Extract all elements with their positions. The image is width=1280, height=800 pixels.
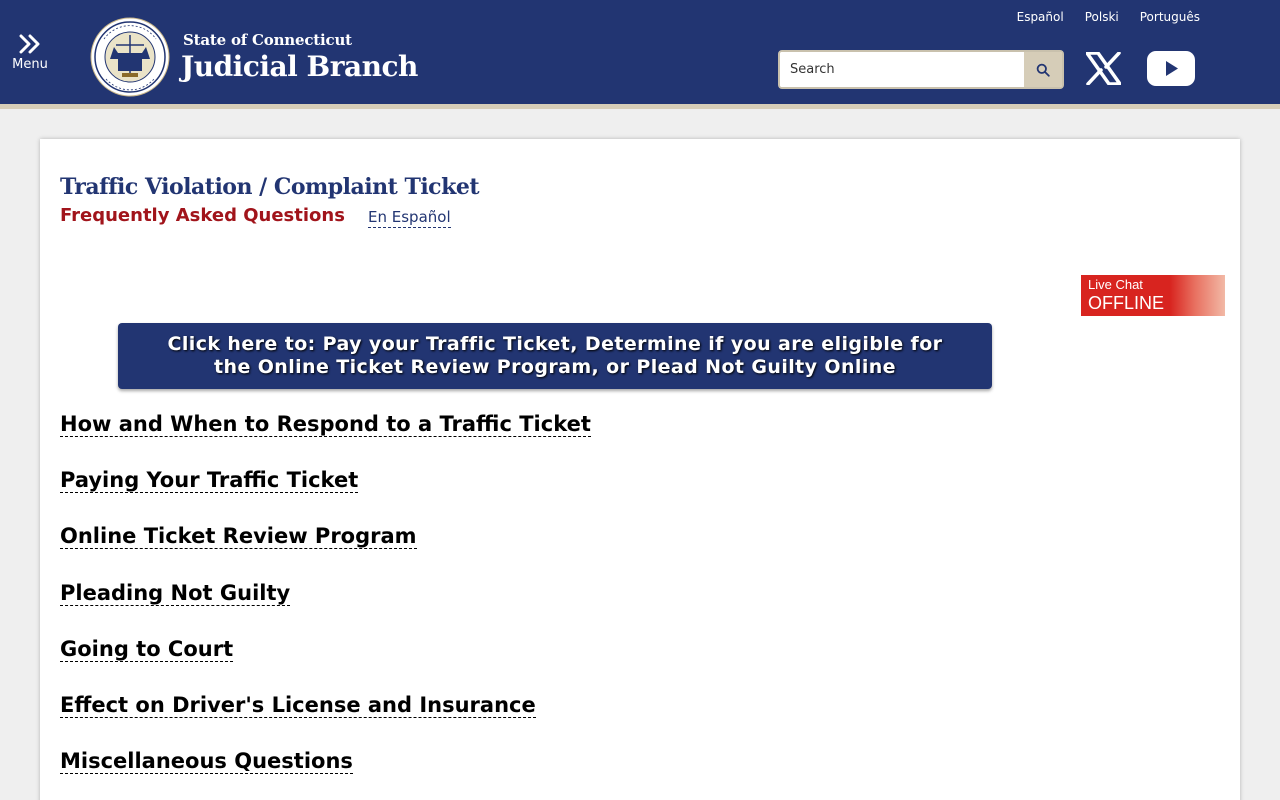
lang-link-espanol[interactable]: Español	[1017, 10, 1064, 24]
double-chevron-right-icon	[19, 34, 40, 54]
list-item: How and When to Respond to a Traffic Tic…	[60, 411, 591, 467]
live-chat-badge[interactable]: Live Chat OFFLINE	[1081, 275, 1225, 316]
page-title: Traffic Violation / Complaint Ticket	[60, 174, 479, 200]
lang-link-portugues[interactable]: Português	[1140, 10, 1200, 24]
header-accent-stripe	[0, 104, 1280, 109]
live-chat-status: OFFLINE	[1088, 293, 1165, 313]
site-header: Menu State of Connecticut Judicial Branc…	[0, 0, 1280, 104]
brand-state-name: State of Connecticut	[183, 31, 352, 49]
youtube-icon[interactable]	[1147, 51, 1195, 86]
list-item: Going to Court	[60, 636, 591, 692]
search-box	[778, 50, 1064, 89]
faq-link-not-guilty[interactable]: Pleading Not Guilty	[60, 580, 291, 606]
search-input[interactable]	[780, 52, 1026, 87]
page-subtitle: Frequently Asked Questions	[60, 205, 345, 226]
pay-ticket-cta-button[interactable]: Click here to: Pay your Traffic Ticket, …	[118, 323, 992, 389]
judicial-branch-seal-logo[interactable]	[90, 17, 170, 97]
faq-link-going-to-court[interactable]: Going to Court	[60, 636, 234, 662]
search-button[interactable]	[1024, 52, 1062, 87]
en-espanol-link[interactable]: En Español	[368, 208, 451, 228]
faq-link-paying[interactable]: Paying Your Traffic Ticket	[60, 468, 359, 494]
faq-link-respond[interactable]: How and When to Respond to a Traffic Tic…	[60, 412, 591, 437]
x-twitter-icon[interactable]	[1086, 52, 1121, 85]
search-icon	[1036, 63, 1050, 77]
agent-headset-image	[1170, 275, 1225, 316]
live-chat-label: Live Chat	[1088, 277, 1143, 292]
brand-branch-name[interactable]: Judicial Branch	[181, 50, 418, 83]
faq-link-misc[interactable]: Miscellaneous Questions	[60, 749, 353, 775]
menu-button[interactable]: Menu	[10, 34, 50, 76]
language-links: Español Polski Português	[1017, 10, 1200, 24]
list-item: Miscellaneous Questions	[60, 748, 591, 800]
faq-link-online-review[interactable]: Online Ticket Review Program	[60, 524, 417, 550]
faq-link-list: How and When to Respond to a Traffic Tic…	[60, 411, 591, 800]
list-item: Paying Your Traffic Ticket	[60, 467, 591, 523]
list-item: Effect on Driver's License and Insurance	[60, 692, 591, 748]
list-item: Online Ticket Review Program	[60, 523, 591, 579]
menu-label: Menu	[12, 57, 48, 72]
lang-link-polski[interactable]: Polski	[1085, 10, 1119, 24]
list-item: Pleading Not Guilty	[60, 580, 591, 636]
faq-link-license-insurance[interactable]: Effect on Driver's License and Insurance	[60, 692, 536, 718]
cta-button-label: Click here to: Pay your Traffic Ticket, …	[167, 333, 943, 378]
content-card: Traffic Violation / Complaint Ticket Fre…	[40, 139, 1240, 800]
